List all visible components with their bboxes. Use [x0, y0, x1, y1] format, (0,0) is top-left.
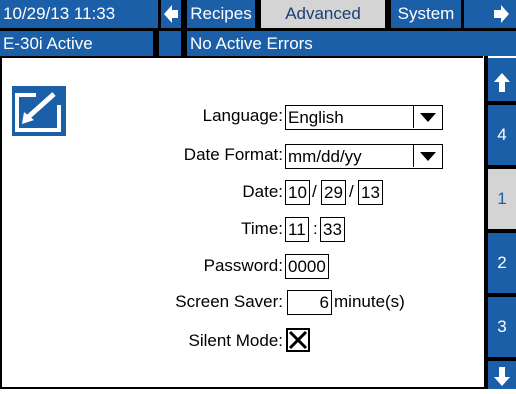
divider — [181, 31, 187, 56]
date-label: Date: — [242, 182, 283, 201]
tab-advanced[interactable]: Advanced — [261, 0, 385, 28]
divider — [153, 31, 159, 56]
time-label: Time: — [241, 219, 283, 238]
arrow-down-icon — [494, 367, 510, 386]
dropdown-divider — [412, 106, 414, 128]
arrow-left-icon — [164, 5, 178, 23]
screen-saver-field[interactable]: 6 — [287, 290, 332, 315]
password-field[interactable]: 0000 — [285, 254, 329, 279]
language-label: Language: — [202, 106, 283, 125]
page-1-button[interactable]: 1 — [488, 169, 516, 229]
arrow-right-icon — [494, 5, 509, 23]
prev-tab-button[interactable] — [161, 0, 181, 28]
scroll-down-button[interactable] — [488, 361, 516, 389]
checkmark-x-icon — [288, 330, 308, 350]
screen-saver-label: Screen Saver: — [175, 292, 283, 311]
datetime-display: 10/29/13 11:33 — [3, 4, 116, 23]
tab-recipes[interactable]: Recipes — [187, 2, 255, 26]
language-value: English — [288, 108, 344, 127]
edit-button[interactable] — [12, 86, 66, 136]
date-separator: / — [349, 182, 354, 201]
arrow-up-icon — [494, 73, 510, 92]
dropdown-divider — [412, 145, 414, 167]
time-separator: : — [313, 219, 318, 238]
date-day-field[interactable]: 29 — [321, 180, 346, 205]
date-format-value: mm/dd/yy — [288, 147, 362, 166]
silent-mode-checkbox[interactable] — [286, 328, 310, 352]
active-model-status: E-30i Active — [3, 34, 93, 53]
next-tab-button[interactable] — [464, 0, 516, 28]
tab-system[interactable]: System — [391, 2, 461, 26]
screen-saver-unit: minute(s) — [334, 292, 405, 311]
page-3-button[interactable]: 3 — [488, 297, 516, 357]
time-minute-field[interactable]: 33 — [320, 217, 345, 242]
time-hour-field[interactable]: 11 — [285, 217, 309, 242]
date-year-field[interactable]: 13 — [358, 180, 383, 205]
date-format-select[interactable]: mm/dd/yy — [285, 144, 443, 169]
page-2-button[interactable]: 2 — [488, 233, 516, 293]
chevron-down-icon — [420, 113, 436, 122]
page-4-button[interactable]: 4 — [488, 105, 516, 165]
date-month-field[interactable]: 10 — [285, 180, 310, 205]
chevron-down-icon — [420, 152, 436, 161]
language-select[interactable]: English — [285, 105, 443, 130]
error-status: No Active Errors — [190, 34, 313, 53]
silent-mode-label: Silent Mode: — [188, 331, 284, 350]
date-format-label: Date Format: — [183, 145, 283, 164]
scroll-up-button[interactable] — [488, 70, 516, 98]
edit-icon — [12, 86, 66, 136]
password-label: Password: — [203, 256, 283, 275]
date-separator: / — [312, 182, 317, 201]
